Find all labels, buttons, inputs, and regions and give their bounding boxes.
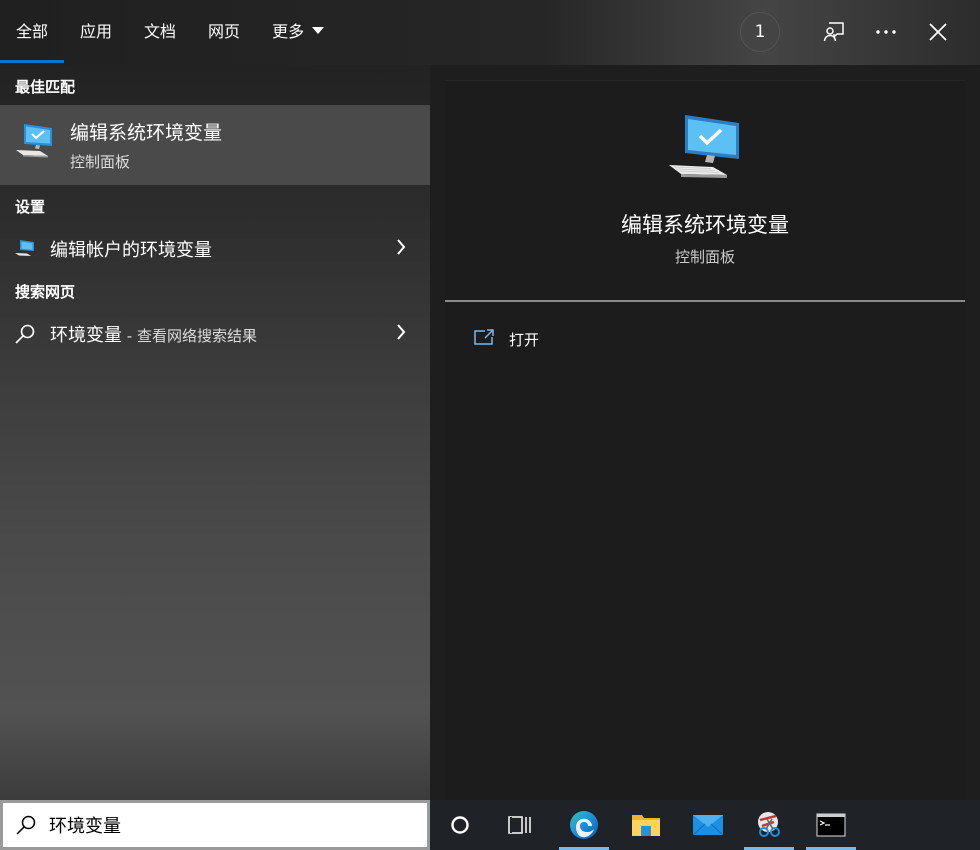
web-search-suffix: - 查看网络搜索结果 — [122, 327, 257, 345]
settings-result-label: 编辑帐户的环境变量 — [50, 240, 212, 261]
detail-divider — [445, 300, 965, 302]
rewards-badge[interactable]: 1 — [740, 12, 780, 52]
section-best-match: 最佳匹配 — [15, 78, 76, 96]
open-action[interactable]: 打开 — [473, 325, 539, 353]
tab-label: 网页 — [208, 22, 241, 41]
search-window: 全部 应用 文档 网页 更多 1 最佳匹配 编辑系统环境变量 控制面板 设置 编… — [0, 0, 980, 850]
open-action-label: 打开 — [509, 330, 540, 349]
close-icon[interactable] — [918, 12, 958, 52]
file-explorer-icon[interactable] — [621, 800, 671, 850]
tab-web[interactable]: 网页 — [208, 0, 240, 65]
detail-card: 编辑系统环境变量 控制面板 打开 — [445, 80, 965, 801]
filter-tabs: 全部 应用 文档 网页 更多 — [0, 0, 356, 65]
tab-label: 更多 — [272, 22, 305, 41]
more-icon[interactable] — [866, 12, 906, 52]
feedback-icon[interactable] — [814, 12, 854, 52]
best-match-title: 编辑系统环境变量 — [70, 122, 223, 144]
best-match-subtitle: 控制面板 — [70, 153, 131, 171]
best-match-item[interactable]: 编辑系统环境变量 控制面板 — [0, 105, 430, 185]
tab-label: 应用 — [80, 22, 113, 41]
detail-subtitle: 控制面板 — [674, 248, 735, 266]
edge-icon[interactable] — [559, 800, 609, 850]
tab-all[interactable]: 全部 — [0, 0, 65, 65]
search-icon — [15, 814, 37, 840]
tab-label: 全部 — [16, 22, 49, 41]
tab-more[interactable]: 更多 — [272, 0, 325, 65]
chevron-right-icon[interactable] — [396, 239, 406, 259]
computer-icon — [14, 238, 36, 262]
computer-check-icon — [14, 120, 56, 166]
search-icon — [14, 323, 36, 349]
terminal-icon[interactable] — [806, 800, 856, 850]
results-pane: 最佳匹配 编辑系统环境变量 控制面板 设置 编辑帐户的环境变量 搜索网页 环境变… — [0, 65, 430, 800]
section-search-web: 搜索网页 — [15, 283, 76, 301]
tab-documents[interactable]: 文档 — [144, 0, 176, 65]
top-bar: 全部 应用 文档 网页 更多 1 — [0, 0, 980, 65]
tab-label: 文档 — [144, 22, 177, 41]
detail-pane: 编辑系统环境变量 控制面板 打开 — [430, 65, 980, 801]
detail-title: 编辑系统环境变量 — [621, 213, 789, 237]
computer-check-icon — [667, 111, 743, 185]
search-box[interactable] — [0, 800, 430, 850]
header-actions: 1 — [740, 12, 958, 52]
caret-down-icon — [312, 27, 325, 34]
snipping-tool-icon[interactable] — [744, 800, 794, 850]
mail-icon[interactable] — [683, 800, 733, 850]
task-view-icon[interactable] — [495, 800, 545, 850]
tab-apps[interactable]: 应用 — [80, 0, 112, 65]
section-settings: 设置 — [15, 198, 46, 216]
web-search-query: 环境变量 — [50, 325, 122, 346]
settings-result-item[interactable]: 编辑帐户的环境变量 — [0, 228, 430, 268]
taskbar — [430, 800, 980, 850]
web-search-label: 环境变量 - 查看网络搜索结果 — [50, 321, 257, 347]
cortana-icon[interactable] — [435, 800, 485, 850]
chevron-right-icon[interactable] — [396, 324, 406, 344]
web-search-item[interactable]: 环境变量 - 查看网络搜索结果 — [0, 313, 430, 353]
open-icon — [473, 328, 495, 350]
search-input[interactable] — [49, 811, 409, 839]
